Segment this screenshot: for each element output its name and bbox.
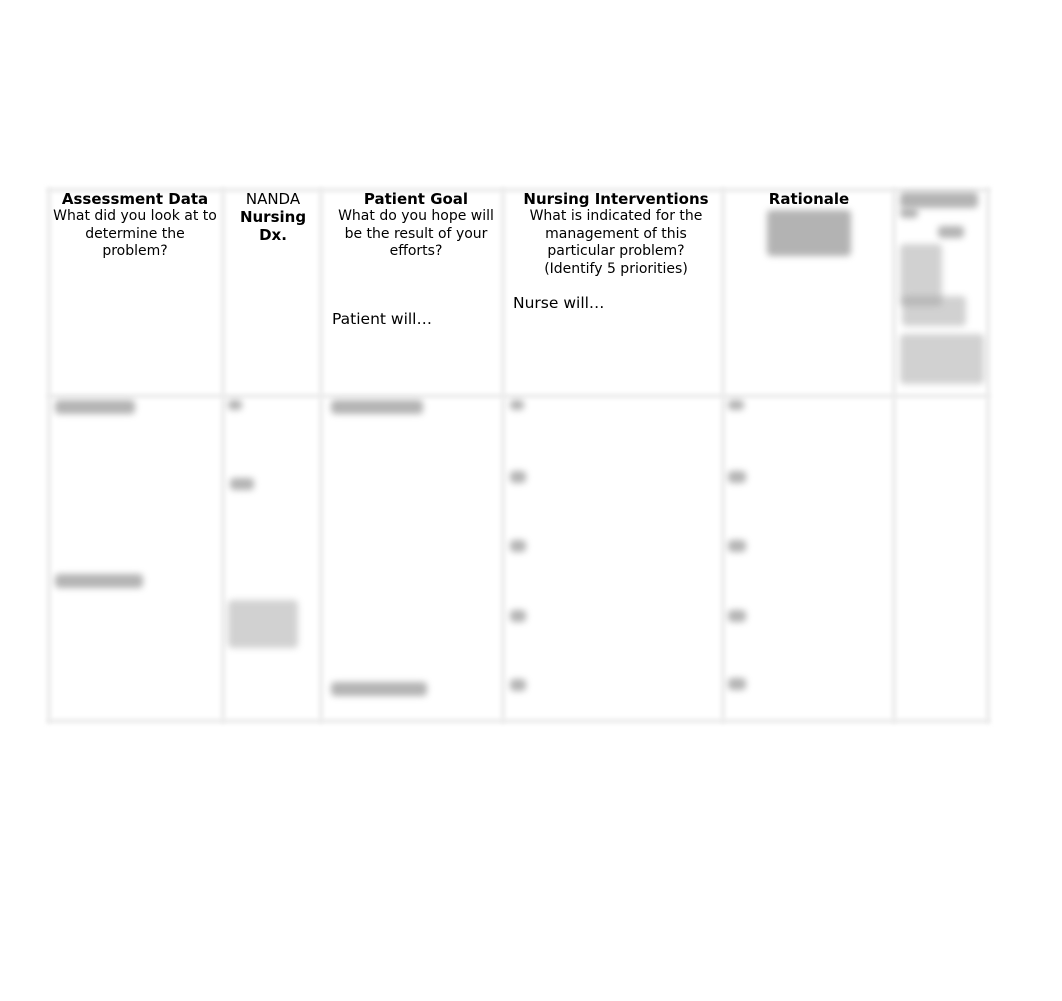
obscured-body-text [228,400,242,410]
header-assessment-data: Assessment Data What did you look at to … [51,190,219,261]
column-title: Assessment Data [61,190,209,208]
obscured-body-text [228,600,298,648]
column-subtitle: What did you look at to determine the pr… [53,208,217,259]
obscured-body-text [728,400,744,410]
nursing-interventions-lead: Nurse will… [513,294,605,312]
obscured-rationale-subtitle [767,210,851,256]
obscured-body-text [728,610,746,622]
obscured-body-text [510,400,524,410]
column-note: (Identify 5 priorities) [544,260,688,277]
column-divider [501,188,505,723]
header-nanda-nursing-dx: NANDA Nursing Dx. [223,190,323,244]
column-divider [47,188,51,723]
obscured-column-title [900,192,978,208]
column-title: Rationale [768,190,850,208]
column-subtitle: What is indicated for the management of … [529,208,703,259]
obscured-body-text [510,610,526,622]
obscured-text [900,208,918,218]
obscured-body-text [331,682,427,696]
column-title: Nursing Interventions [523,190,709,208]
column-divider [319,188,323,723]
obscured-body-text [728,678,746,690]
obscured-body-text [510,471,526,483]
obscured-body-text [728,540,746,552]
obscured-body-text [55,574,143,588]
header-patient-goal: Patient Goal What do you hope will be th… [325,190,507,261]
obscured-body-text [55,400,135,414]
column-title: Nursing Dx. [239,208,307,244]
row-divider [47,394,990,398]
column-title: Patient Goal [363,190,469,208]
column-divider [221,188,225,723]
table-border-bottom [47,719,990,723]
care-plan-table: Assessment Data What did you look at to … [47,188,990,723]
column-title-prefix: NANDA [245,190,301,208]
obscured-body-text [510,679,526,691]
obscured-body-text [510,540,526,552]
obscured-body-text [728,471,746,483]
column-divider [892,188,896,723]
obscured-body-text [331,400,423,414]
column-divider [986,188,990,723]
header-nursing-interventions: Nursing Interventions What is indicated … [507,190,725,278]
obscured-text [938,226,964,238]
obscured-text [900,334,984,384]
patient-goal-lead: Patient will… [332,310,432,328]
obscured-text [902,296,966,326]
header-rationale: Rationale [725,190,893,208]
obscured-body-text [230,478,254,490]
column-subtitle: What do you hope will be the result of y… [338,208,494,259]
